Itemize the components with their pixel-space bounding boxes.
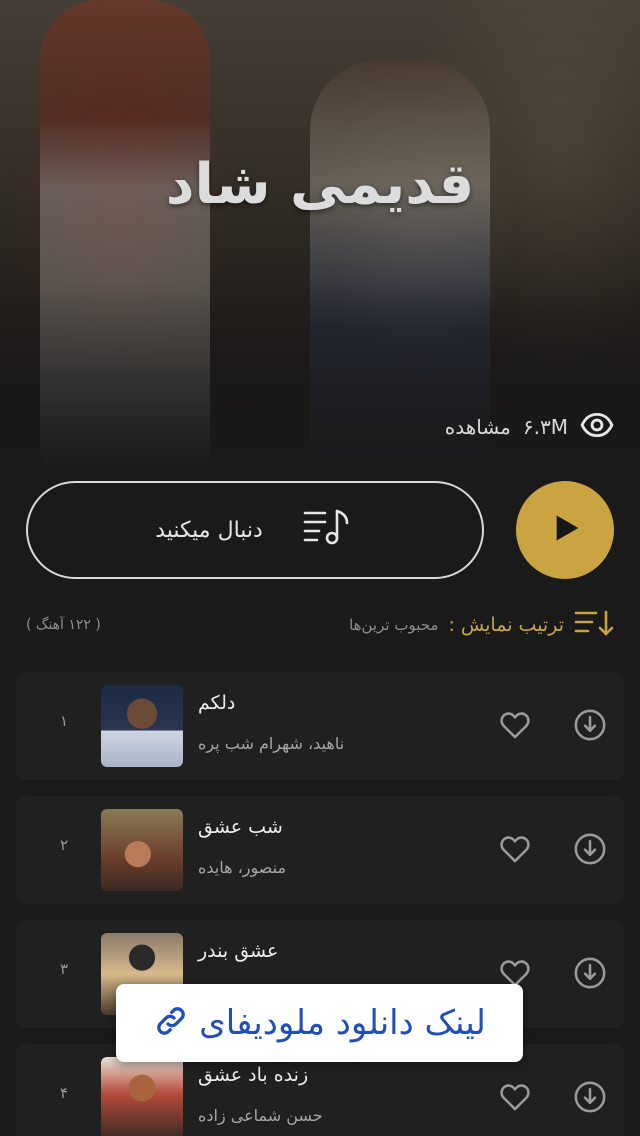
track-count: ( ۱۲۲ آهنگ ) [26, 617, 101, 633]
track-title: شب عشق [198, 816, 283, 838]
heart-icon[interactable] [498, 708, 532, 742]
track-index: ۲ [59, 836, 69, 854]
playlist-title: قدیمی شاد [165, 152, 475, 217]
track-row[interactable]: ۲ شب عشق منصور، هایده [16, 796, 624, 904]
views-count: ۶.۳M [522, 415, 568, 439]
playlist-music-icon [303, 507, 355, 553]
cover-shade [0, 0, 640, 470]
track-index: ۳ [59, 960, 69, 978]
track-artist: ناهید، شهرام شب پره [198, 734, 345, 753]
heart-icon[interactable] [498, 1080, 532, 1114]
download-icon[interactable] [573, 1080, 607, 1114]
sort-value[interactable]: محبوب ترین‌ها [349, 616, 438, 634]
track-cover [101, 685, 183, 767]
download-icon[interactable] [573, 708, 607, 742]
play-icon [545, 508, 585, 552]
heart-icon[interactable] [498, 832, 532, 866]
views-label: مشاهده [444, 415, 511, 439]
playlist-cover: قدیمی شاد ۶.۳M مشاهده [0, 0, 640, 470]
sort-icon [574, 608, 614, 642]
views-counter: ۶.۳M مشاهده [445, 410, 614, 444]
sort-control[interactable]: ترتیب نمایش : محبوب ترین‌ها [349, 608, 614, 642]
track-artist: منصور، هایده [198, 858, 287, 877]
download-link-banner[interactable]: لینک دانلود ملودیفای [116, 984, 523, 1062]
track-artist: حسن شماعی زاده [198, 1106, 323, 1125]
play-button[interactable] [516, 481, 614, 579]
follow-button[interactable]: دنبال میکنید [26, 481, 484, 579]
track-cover [101, 809, 183, 891]
track-title: زنده باد عشق [198, 1064, 309, 1086]
download-icon[interactable] [573, 956, 607, 990]
banner-text: لینک دانلود ملودیفای [199, 1003, 486, 1043]
track-index: ۱ [59, 712, 69, 730]
follow-label: دنبال میکنید [155, 517, 263, 543]
link-icon [153, 1003, 189, 1043]
track-title: دلکم [198, 692, 236, 714]
sort-bar: ( ۱۲۲ آهنگ ) ترتیب نمایش : محبوب ترین‌ها [26, 608, 614, 642]
eye-icon [580, 408, 614, 447]
track-cover [101, 1057, 183, 1136]
track-row[interactable]: ۱ دلکم ناهید، شهرام شب پره [16, 672, 624, 780]
sort-label: ترتیب نمایش : [448, 614, 564, 636]
track-title: عشق بندر [198, 940, 279, 962]
track-index: ۴ [59, 1084, 69, 1102]
download-icon[interactable] [573, 832, 607, 866]
